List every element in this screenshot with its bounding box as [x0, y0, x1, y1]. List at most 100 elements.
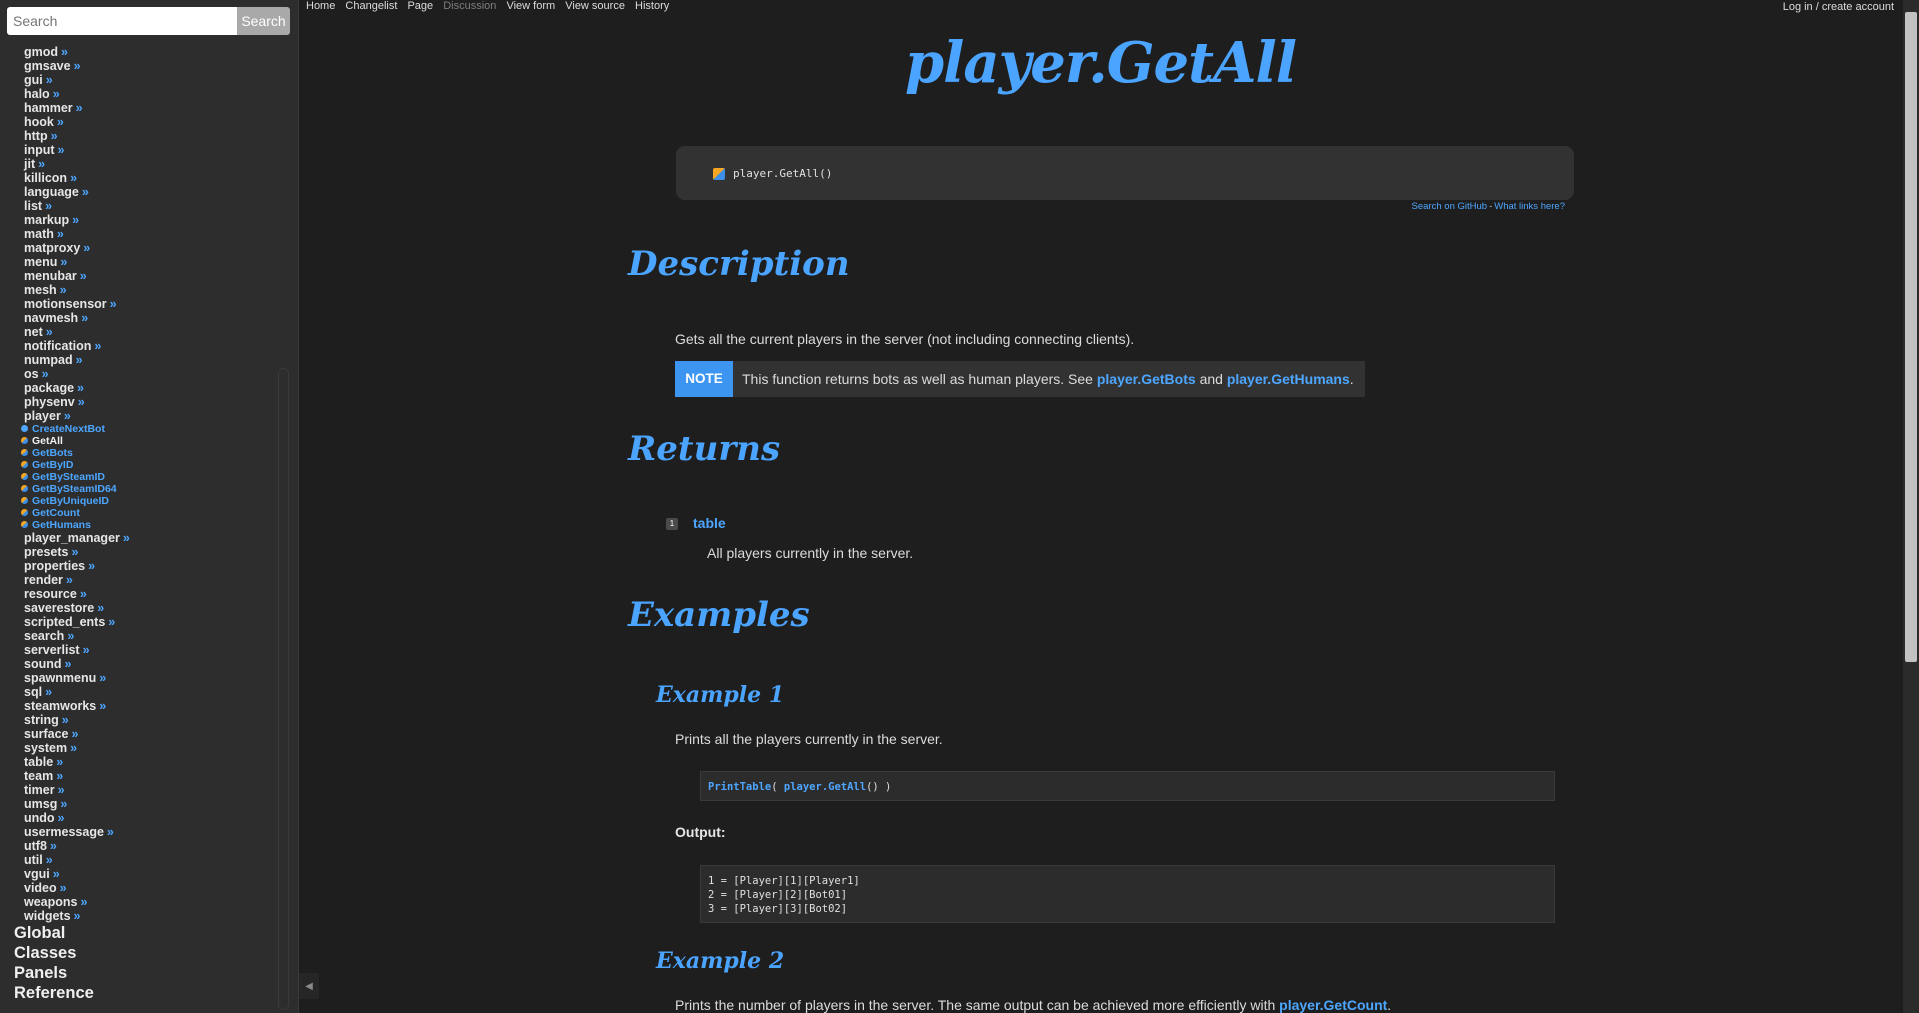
sidebar-function-gethumans[interactable]: GetHumans	[21, 519, 274, 531]
module-label: mesh	[24, 283, 57, 297]
sidebar-function-getbyuniqueid[interactable]: GetByUniqueID	[21, 495, 274, 507]
sidebar-module-widgets[interactable]: widgets»	[24, 909, 274, 923]
sidebar-module-properties[interactable]: properties»	[24, 559, 274, 573]
sidebar-module-hammer[interactable]: hammer»	[24, 101, 274, 115]
chevron-right-icon: »	[63, 409, 71, 423]
sidebar-module-math[interactable]: math»	[24, 227, 274, 241]
sidebar-function-getbots[interactable]: GetBots	[21, 447, 274, 459]
sidebar-module-gmod[interactable]: gmod»	[24, 45, 274, 59]
sidebar-module-numpad[interactable]: numpad»	[24, 353, 274, 367]
sidebar-function-getbysteamid[interactable]: GetBySteamID	[21, 471, 274, 483]
sidebar-module-system[interactable]: system»	[24, 741, 274, 755]
sidebar-module-string[interactable]: string»	[24, 713, 274, 727]
sidebar-module-notification[interactable]: notification»	[24, 339, 274, 353]
sidebar-module-os[interactable]: os»	[24, 367, 274, 381]
section-reference[interactable]: Reference	[14, 983, 94, 1003]
module-label: motionsensor	[24, 297, 107, 311]
sidebar-function-getbyid[interactable]: GetByID	[21, 459, 274, 471]
module-label: http	[24, 129, 48, 143]
sidebar-function-getbysteamid64[interactable]: GetBySteamID64	[21, 483, 274, 495]
sidebar-module-umsg[interactable]: umsg»	[24, 797, 274, 811]
sidebar-module-table[interactable]: table»	[24, 755, 274, 769]
search-github-link[interactable]: Search on GitHub	[1412, 201, 1488, 212]
getbots-link[interactable]: player.GetBots	[1097, 371, 1196, 387]
sidebar-module-saverestore[interactable]: saverestore»	[24, 601, 274, 615]
chevron-right-icon: »	[60, 797, 68, 811]
sidebar-module-resource[interactable]: resource»	[24, 587, 274, 601]
sidebar-module-presets[interactable]: presets»	[24, 545, 274, 559]
sidebar-module-timer[interactable]: timer»	[24, 783, 274, 797]
sidebar-module-menubar[interactable]: menubar»	[24, 269, 274, 283]
section-classes[interactable]: Classes	[14, 943, 94, 963]
sidebar-function-createnextbot[interactable]: CreateNextBot	[21, 423, 274, 435]
chevron-right-icon: »	[77, 395, 85, 409]
sidebar-module-player[interactable]: player»	[24, 409, 274, 423]
module-label: navmesh	[24, 311, 79, 325]
sidebar-module-net[interactable]: net»	[24, 325, 274, 339]
sidebar-module-search[interactable]: search»	[24, 629, 274, 643]
sidebar-module-sound[interactable]: sound»	[24, 657, 274, 671]
what-links-here-link[interactable]: What links here?	[1494, 201, 1565, 212]
output-line: 3 = [Player][3][Bot02]	[708, 903, 848, 915]
sidebar-module-usermessage[interactable]: usermessage»	[24, 825, 274, 839]
sidebar-function-getcount[interactable]: GetCount	[21, 507, 274, 519]
module-label: weapons	[24, 895, 78, 909]
search-input[interactable]	[7, 7, 237, 35]
module-label: net	[24, 325, 43, 339]
module-label: undo	[24, 811, 55, 825]
chevron-right-icon: »	[45, 853, 53, 867]
chevron-right-icon: »	[67, 629, 75, 643]
sidebar-scrollbar[interactable]	[278, 368, 289, 1010]
gethumans-link[interactable]: player.GetHumans	[1227, 371, 1350, 387]
sidebar-module-input[interactable]: input»	[24, 143, 274, 157]
getcount-link[interactable]: player.GetCount	[1279, 997, 1387, 1013]
sidebar-module-markup[interactable]: markup»	[24, 213, 274, 227]
sidebar-module-http[interactable]: http»	[24, 129, 274, 143]
chevron-right-icon: »	[81, 311, 89, 325]
sidebar-module-jit[interactable]: jit»	[24, 157, 274, 171]
page-scrollbar[interactable]	[1903, 0, 1919, 1013]
page-scrollbar-thumb[interactable]	[1905, 12, 1917, 662]
sidebar-module-util[interactable]: util»	[24, 853, 274, 867]
sidebar-module-weapons[interactable]: weapons»	[24, 895, 274, 909]
sidebar-module-hook[interactable]: hook»	[24, 115, 274, 129]
sidebar-module-vgui[interactable]: vgui»	[24, 867, 274, 881]
return-type-link[interactable]: table	[693, 515, 726, 531]
sidebar-module-package[interactable]: package»	[24, 381, 274, 395]
sidebar-module-motionsensor[interactable]: motionsensor»	[24, 297, 274, 311]
sidebar-module-physenv[interactable]: physenv»	[24, 395, 274, 409]
sidebar-module-surface[interactable]: surface»	[24, 727, 274, 741]
sidebar-module-navmesh[interactable]: navmesh»	[24, 311, 274, 325]
sidebar-module-menu[interactable]: menu»	[24, 255, 274, 269]
chevron-right-icon: »	[70, 171, 78, 185]
module-label: utf8	[24, 839, 47, 853]
search-button[interactable]: Search	[237, 7, 290, 35]
sidebar-module-sql[interactable]: sql»	[24, 685, 274, 699]
module-label: scripted_ents	[24, 615, 106, 629]
sidebar-module-language[interactable]: language»	[24, 185, 274, 199]
sidebar-module-spawnmenu[interactable]: spawnmenu»	[24, 671, 274, 685]
sidebar-module-killicon[interactable]: killicon»	[24, 171, 274, 185]
sidebar-module-serverlist[interactable]: serverlist»	[24, 643, 274, 657]
section-panels[interactable]: Panels	[14, 963, 94, 983]
sidebar-module-steamworks[interactable]: steamworks»	[24, 699, 274, 713]
sidebar-module-video[interactable]: video»	[24, 881, 274, 895]
sidebar-module-undo[interactable]: undo»	[24, 811, 274, 825]
sidebar-module-render[interactable]: render»	[24, 573, 274, 587]
module-label: serverlist	[24, 643, 80, 657]
sidebar-module-halo[interactable]: halo»	[24, 87, 274, 101]
sidebar-module-gmsave[interactable]: gmsave»	[24, 59, 274, 73]
sidebar-module-utf8[interactable]: utf8»	[24, 839, 274, 853]
module-label: hammer	[24, 101, 73, 115]
sidebar-module-mesh[interactable]: mesh»	[24, 283, 274, 297]
section-global[interactable]: Global	[14, 923, 94, 943]
sidebar-module-player-manager[interactable]: player_manager»	[24, 531, 274, 545]
sidebar-module-team[interactable]: team»	[24, 769, 274, 783]
sidebar-module-list[interactable]: list»	[24, 199, 274, 213]
sidebar-function-getall[interactable]: GetAll	[21, 435, 274, 447]
module-label: properties	[24, 559, 86, 573]
module-label: steamworks	[24, 699, 97, 713]
sidebar-module-matproxy[interactable]: matproxy»	[24, 241, 274, 255]
sidebar-module-scripted-ents[interactable]: scripted_ents»	[24, 615, 274, 629]
sidebar-module-gui[interactable]: gui»	[24, 73, 274, 87]
